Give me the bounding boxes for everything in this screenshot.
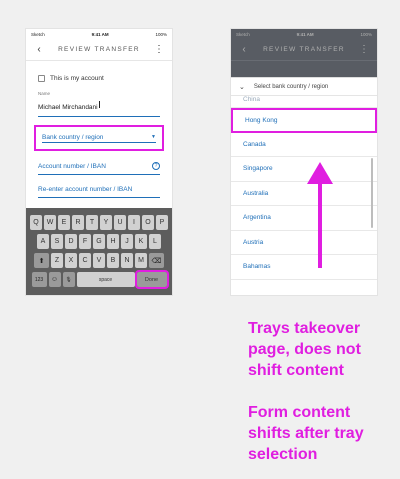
annotation-note-1: Trays takeover page, does not shift cont…	[248, 320, 361, 379]
arrow-head-icon	[307, 162, 333, 184]
annotation-note-2: Form content shifts after tray selection	[248, 404, 364, 463]
